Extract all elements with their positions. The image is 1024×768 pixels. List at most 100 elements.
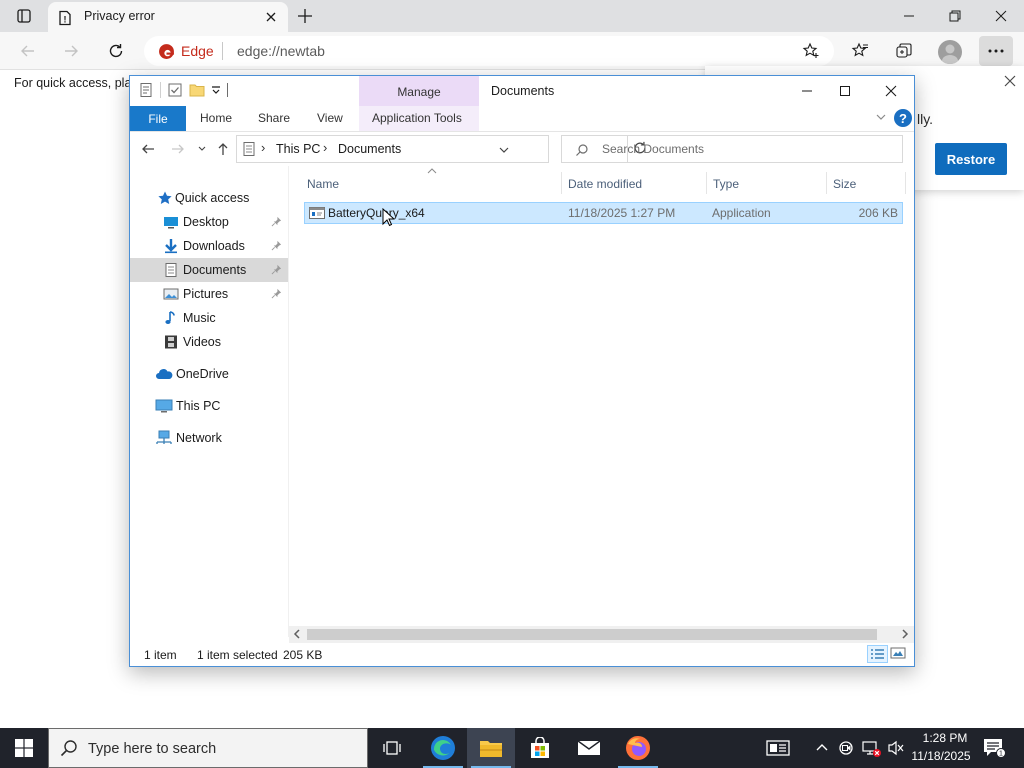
tab-close-icon[interactable] [263,9,279,25]
svg-text:!: ! [64,15,67,25]
meet-now-camera-icon[interactable] [838,740,856,756]
nav-label: This PC [176,399,221,413]
explorer-maximize-button[interactable] [822,76,868,106]
column-header-size[interactable]: Size [833,177,856,191]
forward-arrow-icon [65,45,78,57]
network-disconnected-icon[interactable] [862,740,882,758]
new-tab-button[interactable] [292,5,318,27]
taskbar-mail-button[interactable] [565,728,613,768]
recent-locations-chevron-icon[interactable] [197,144,207,154]
refresh-button[interactable] [102,38,130,64]
column-header-type[interactable]: Type [713,177,739,191]
taskbar-file-explorer-button[interactable] [467,728,515,768]
nav-item-quick-access[interactable]: Quick access [130,186,288,210]
address-history-chevron-icon[interactable] [498,145,510,155]
nav-label: Music [183,311,216,325]
tab-actions-button[interactable] [8,4,40,28]
add-favorite-icon[interactable] [802,42,820,60]
checkbox-toggle-icon[interactable] [167,82,183,98]
new-folder-icon[interactable] [189,82,205,98]
properties-icon[interactable] [138,82,154,98]
tab-share[interactable]: Share [258,111,290,125]
taskbar-clock-time[interactable]: 1:28 PM [912,731,978,745]
explorer-address-bar[interactable]: › This PC › Documents [236,135,646,163]
nav-item-desktop[interactable]: Desktop [130,210,288,234]
contextual-group-band: Manage [359,76,479,106]
close-window-button[interactable] [978,0,1024,32]
windows-logo-icon [15,739,33,757]
nav-item-this-pc[interactable]: This PC [130,394,288,418]
forward-button[interactable] [57,38,85,64]
notification-center-button[interactable]: 1 [982,737,1008,759]
column-divider[interactable] [561,172,562,194]
up-arrow-icon[interactable] [215,141,231,157]
restore-window-icon [949,10,961,22]
nav-item-pictures[interactable]: Pictures [130,282,288,306]
tab-application-tools[interactable]: Application Tools [372,111,462,125]
column-divider[interactable] [905,172,906,194]
news-widget-icon[interactable] [766,738,790,758]
scroll-right-arrow-icon[interactable] [900,628,910,640]
explorer-forward-icon[interactable] [170,141,186,157]
nav-item-music[interactable]: Music [130,306,288,330]
taskbar-clock-date[interactable]: 11/18/2025 [906,749,976,763]
url-text[interactable]: edge://newtab [237,43,325,59]
nav-label: Downloads [183,239,245,253]
downloads-arrow-icon [165,239,177,254]
task-view-button[interactable] [368,728,416,768]
nav-item-videos[interactable]: Videos [130,330,288,354]
taskbar-search-box[interactable]: Type here to search [48,728,368,768]
large-icons-view-button[interactable] [890,646,908,662]
column-headers: Name Date modified Type Size [289,168,913,196]
favorites-button[interactable] [847,39,873,63]
restore-window-button[interactable] [932,0,978,32]
expand-ribbon-chevron-icon[interactable] [875,112,887,122]
profile-avatar[interactable] [938,40,962,64]
details-view-button[interactable] [867,645,888,663]
tab-file[interactable]: File [130,106,186,131]
taskbar-store-button[interactable] [516,728,564,768]
explorer-title-bar[interactable]: Manage Documents [130,76,914,106]
onedrive-cloud-icon [156,369,173,379]
nav-item-downloads[interactable]: Downloads [130,234,288,258]
notification-close-icon[interactable] [1002,73,1018,89]
scrollbar-thumb[interactable] [307,629,877,640]
column-divider[interactable] [706,172,707,194]
nav-label: Documents [183,263,247,277]
desktop-icon [164,217,178,229]
scroll-left-arrow-icon[interactable] [292,628,302,640]
nav-item-documents[interactable]: Documents [130,258,288,282]
volume-muted-icon[interactable] [887,740,905,756]
explorer-close-button[interactable] [868,76,914,106]
restore-button[interactable]: Restore [935,143,1007,175]
nav-item-onedrive[interactable]: OneDrive [130,362,288,386]
column-divider[interactable] [826,172,827,194]
breadcrumb-documents[interactable]: Documents [338,142,401,156]
status-item-count: 1 item [144,648,177,662]
settings-more-button[interactable] [979,36,1013,66]
column-header-date-modified[interactable]: Date modified [568,177,642,191]
close-icon [995,10,1007,22]
explorer-window-title: Documents [491,84,555,98]
horizontal-scrollbar[interactable] [289,626,914,643]
pictures-icon [163,288,179,300]
column-header-name[interactable]: Name [307,177,339,191]
minimize-button[interactable] [886,0,932,32]
start-button[interactable] [0,728,48,768]
taskbar-edge-button[interactable] [419,728,467,768]
tab-home[interactable]: Home [200,111,232,125]
pane-splitter[interactable] [288,166,289,637]
breadcrumb-this-pc[interactable]: This PC [276,142,320,156]
explorer-back-icon[interactable] [140,141,156,157]
help-icon[interactable]: ? [894,109,912,127]
customize-toolbar-icon[interactable] [211,84,221,96]
collections-button[interactable] [891,39,917,63]
taskbar-firefox-button[interactable] [614,728,662,768]
nav-item-network[interactable]: Network [130,426,288,450]
explorer-search-box[interactable]: Search Documents [561,135,903,163]
show-hidden-icons-chevron-icon[interactable] [815,740,829,754]
address-bar[interactable]: Edge edge://newtab [144,36,834,66]
back-button[interactable] [14,38,42,64]
browser-tab[interactable]: ! Privacy error [48,2,288,32]
tab-view[interactable]: View [317,111,343,125]
